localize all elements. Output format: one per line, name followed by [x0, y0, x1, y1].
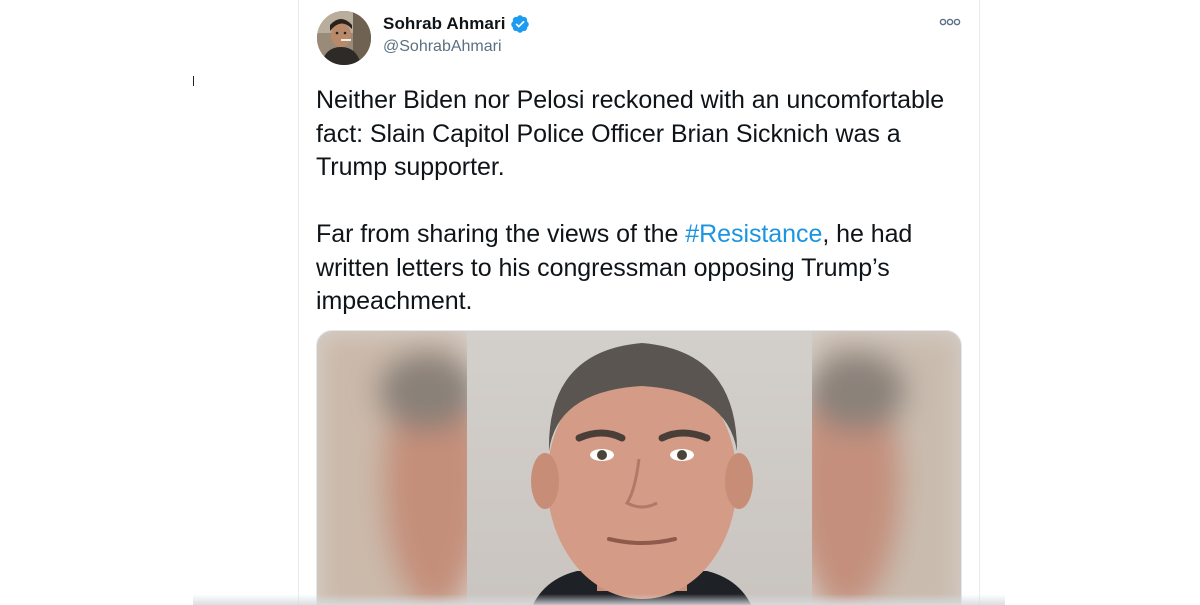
text-cursor: [193, 76, 194, 86]
tweet-card: Sohrab Ahmari @SohrabAhmari Neither Bide…: [298, 0, 980, 605]
more-dots-icon[interactable]: [937, 12, 963, 32]
author-handle[interactable]: @SohrabAhmari: [383, 38, 530, 56]
avatar[interactable]: [317, 11, 371, 65]
tweet-text: Neither Biden nor Pelosi reckoned with a…: [316, 84, 956, 319]
tweet-photo[interactable]: [316, 330, 962, 605]
scroll-shadow: [193, 594, 1005, 605]
tweet-paragraph: Far from sharing the views of the #Resis…: [316, 218, 956, 319]
tweet-paragraph: Neither Biden nor Pelosi reckoned with a…: [316, 86, 945, 181]
tweet-text-segment: Far from sharing the views of the: [316, 220, 686, 248]
hashtag-link[interactable]: #Resistance: [685, 220, 822, 248]
author-info: Sohrab Ahmari @SohrabAhmari: [383, 14, 530, 56]
verified-badge-icon: [510, 15, 529, 33]
author-name[interactable]: Sohrab Ahmari: [383, 14, 506, 34]
